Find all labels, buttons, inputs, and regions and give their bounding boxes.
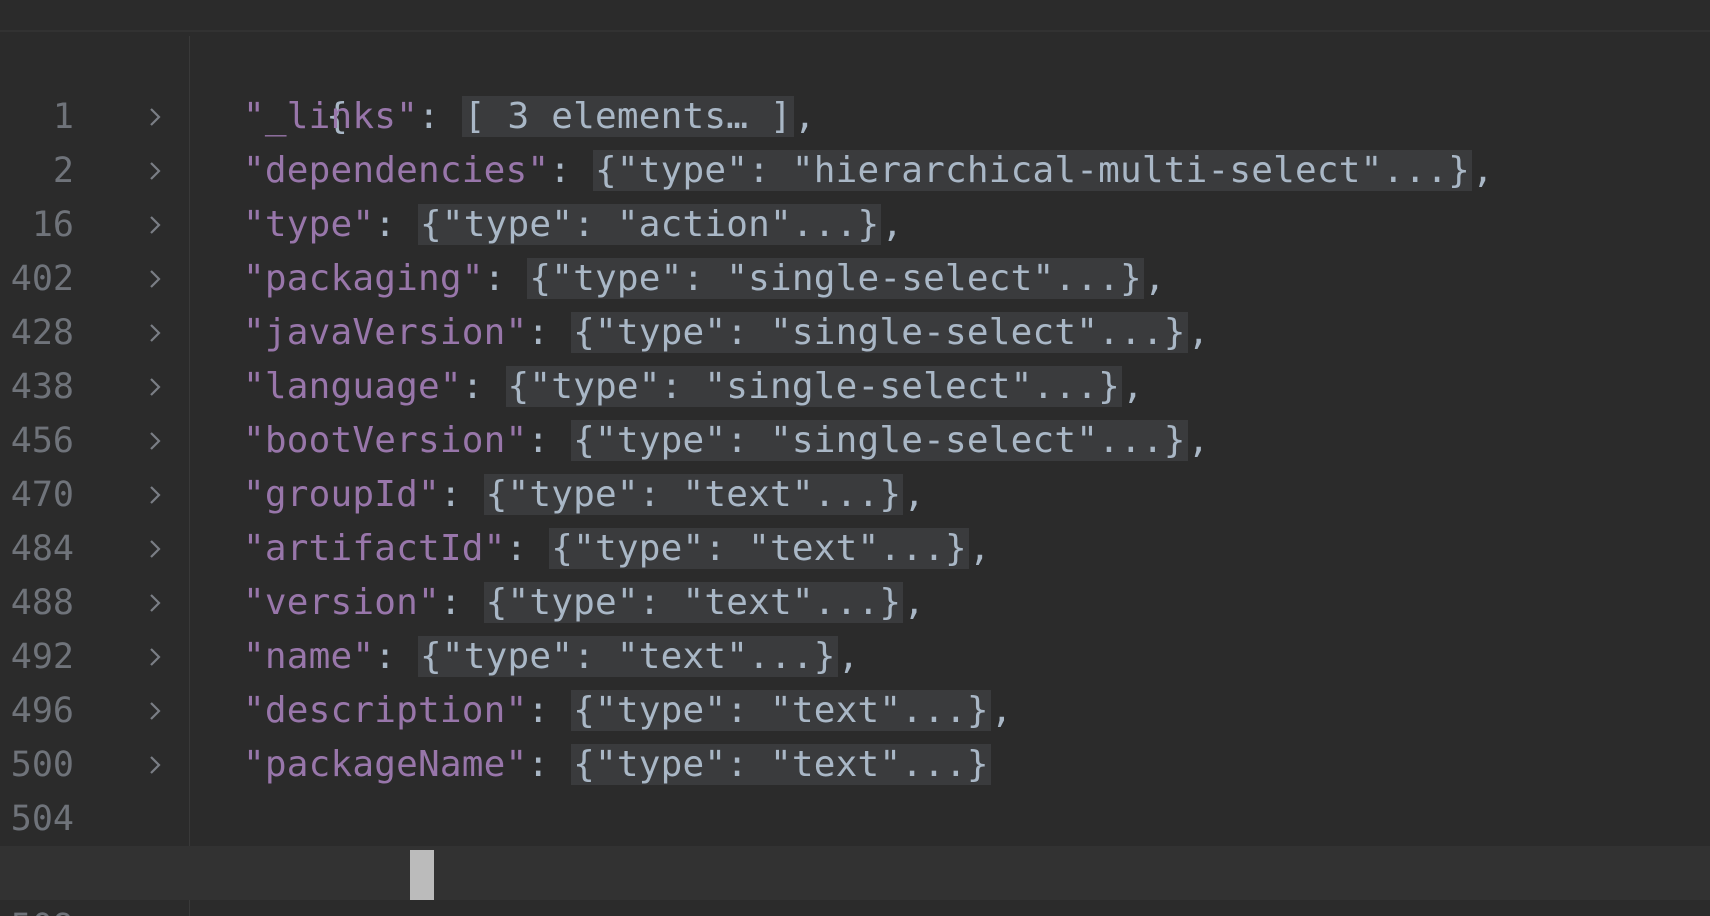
folded-region[interactable]: {"type": "text"...} bbox=[571, 690, 991, 731]
code-text[interactable]: "name": {"type": "text"...}, bbox=[243, 630, 859, 684]
chevron-right-icon[interactable] bbox=[148, 159, 162, 183]
code-line[interactable]: 504 "packageName": {"type": "text"...} bbox=[0, 738, 1710, 839]
folded-region[interactable]: {"type": "text"...} bbox=[483, 474, 904, 515]
code-line[interactable]: 470 "bootVersion": {"type": "single-sele… bbox=[0, 414, 1710, 515]
json-comma: , bbox=[1187, 312, 1210, 353]
json-comma: , bbox=[968, 528, 991, 569]
json-separator: : bbox=[374, 204, 418, 245]
code-text[interactable]: "packageName": {"type": "text"...} bbox=[243, 738, 991, 792]
json-key: "_links" bbox=[243, 96, 418, 137]
code-text[interactable]: "packaging": {"type": "single-select"...… bbox=[243, 252, 1166, 306]
code-line[interactable]: 16 "dependencies": {"type": "hierarchica… bbox=[0, 144, 1710, 245]
json-separator: : bbox=[418, 96, 462, 137]
code-text[interactable]: { bbox=[195, 36, 348, 137]
folded-region[interactable]: {"type": "action"...} bbox=[418, 204, 882, 245]
json-separator: : bbox=[527, 420, 572, 461]
json-key: "javaVersion" bbox=[243, 312, 528, 353]
code-text[interactable]: "javaVersion": {"type": "single-select".… bbox=[243, 306, 1209, 360]
chevron-right-icon[interactable] bbox=[148, 375, 162, 399]
code-text[interactable]: "bootVersion": {"type": "single-select".… bbox=[243, 414, 1209, 468]
chevron-right-icon[interactable] bbox=[148, 213, 162, 237]
chevron-right-icon[interactable] bbox=[148, 429, 162, 453]
json-key: "packageName" bbox=[243, 744, 528, 785]
chevron-right-icon[interactable] bbox=[148, 753, 162, 777]
json-key: "language" bbox=[243, 366, 462, 407]
json-separator: : bbox=[483, 258, 528, 299]
json-key: "packaging" bbox=[243, 258, 484, 299]
code-line[interactable]: 500 "description": {"type": "text"...}, bbox=[0, 684, 1710, 785]
editor-top-bar bbox=[0, 0, 1710, 32]
text-caret bbox=[410, 850, 434, 900]
chevron-right-icon[interactable] bbox=[148, 591, 162, 615]
code-text[interactable]: "artifactId": {"type": "text"...}, bbox=[243, 522, 991, 576]
line-number: 509 bbox=[0, 900, 74, 916]
folded-region[interactable]: {"type": "single-select"...} bbox=[571, 312, 1188, 353]
json-comma: , bbox=[837, 636, 860, 677]
folded-region[interactable]: {"type": "single-select"...} bbox=[527, 258, 1144, 299]
json-key: "name" bbox=[243, 636, 375, 677]
code-line[interactable]: 456 "language": {"type": "single-select"… bbox=[0, 360, 1710, 461]
code-line[interactable]: 2 "_links": [ 3 elements… ], bbox=[0, 90, 1710, 191]
json-comma: , bbox=[903, 474, 926, 515]
json-comma: , bbox=[881, 204, 904, 245]
json-key: "description" bbox=[243, 690, 528, 731]
json-comma: , bbox=[990, 690, 1013, 731]
json-comma: , bbox=[1471, 150, 1494, 191]
code-line[interactable]: 402 "type": {"type": "action"...}, bbox=[0, 198, 1710, 299]
json-comma: , bbox=[1121, 366, 1144, 407]
json-comma: , bbox=[903, 582, 926, 623]
json-separator: : bbox=[439, 582, 484, 623]
json-separator: : bbox=[527, 744, 572, 785]
chevron-right-icon[interactable] bbox=[148, 321, 162, 345]
json-separator: : bbox=[461, 366, 506, 407]
code-text[interactable]: "description": {"type": "text"...}, bbox=[243, 684, 1013, 738]
code-text[interactable]: "version": {"type": "text"...}, bbox=[243, 576, 925, 630]
code-line[interactable]: 1 { bbox=[0, 36, 1710, 137]
folded-region[interactable]: {"type": "text"...} bbox=[483, 582, 904, 623]
chevron-right-icon[interactable] bbox=[148, 105, 162, 129]
code-line[interactable]: 492 "version": {"type": "text"...}, bbox=[0, 576, 1710, 677]
current-code-line[interactable]: 509 bbox=[0, 846, 1710, 916]
code-line[interactable]: 508 } bbox=[0, 792, 1710, 895]
chevron-right-icon[interactable] bbox=[148, 645, 162, 669]
code-editor[interactable]: 1 { 2 "_links": [ 3 elements… ], 16 "dep… bbox=[0, 36, 1710, 916]
json-key: "artifactId" bbox=[243, 528, 506, 569]
json-separator: : bbox=[549, 150, 593, 191]
chevron-right-icon[interactable] bbox=[148, 537, 162, 561]
folded-region[interactable]: {"type": "text"...} bbox=[418, 636, 838, 677]
lightbulb-icon[interactable] bbox=[212, 804, 368, 895]
folded-region[interactable]: {"type": "single-select"...} bbox=[505, 366, 1122, 407]
code-text[interactable]: "type": {"type": "action"...}, bbox=[243, 198, 903, 252]
folded-region[interactable]: [ 3 elements… ] bbox=[461, 96, 794, 137]
json-key: "version" bbox=[243, 582, 440, 623]
code-text[interactable]: "_links": [ 3 elements… ], bbox=[243, 90, 816, 144]
folded-region[interactable]: {"type": "text"...} bbox=[571, 744, 991, 785]
json-comma: , bbox=[793, 96, 816, 137]
json-comma: , bbox=[1143, 258, 1166, 299]
code-line[interactable]: 496 "name": {"type": "text"...}, bbox=[0, 630, 1710, 731]
json-separator: : bbox=[374, 636, 418, 677]
chevron-right-icon[interactable] bbox=[148, 267, 162, 291]
code-line[interactable]: 488 "artifactId": {"type": "text"...}, bbox=[0, 522, 1710, 623]
folded-region[interactable]: {"type": "single-select"...} bbox=[571, 420, 1188, 461]
code-line[interactable]: 428 "packaging": {"type": "single-select… bbox=[0, 252, 1710, 353]
code-line[interactable]: 484 "groupId": {"type": "text"...}, bbox=[0, 468, 1710, 569]
folded-region[interactable]: {"type": "text"...} bbox=[549, 528, 969, 569]
json-separator: : bbox=[527, 312, 572, 353]
code-text[interactable]: "language": {"type": "single-select"...}… bbox=[243, 360, 1144, 414]
chevron-right-icon[interactable] bbox=[148, 699, 162, 723]
code-text[interactable]: "groupId": {"type": "text"...}, bbox=[243, 468, 925, 522]
json-comma: , bbox=[1187, 420, 1210, 461]
json-key: "dependencies" bbox=[243, 150, 550, 191]
code-text[interactable]: "dependencies": {"type": "hierarchical-m… bbox=[243, 144, 1494, 198]
json-key: "groupId" bbox=[243, 474, 440, 515]
json-separator: : bbox=[527, 690, 572, 731]
json-key: "bootVersion" bbox=[243, 420, 528, 461]
json-key: "type" bbox=[243, 204, 375, 245]
folded-region[interactable]: {"type": "hierarchical-multi-select"...} bbox=[592, 150, 1472, 191]
chevron-right-icon[interactable] bbox=[148, 483, 162, 507]
code-line[interactable]: 438 "javaVersion": {"type": "single-sele… bbox=[0, 306, 1710, 407]
json-separator: : bbox=[505, 528, 550, 569]
json-separator: : bbox=[439, 474, 484, 515]
